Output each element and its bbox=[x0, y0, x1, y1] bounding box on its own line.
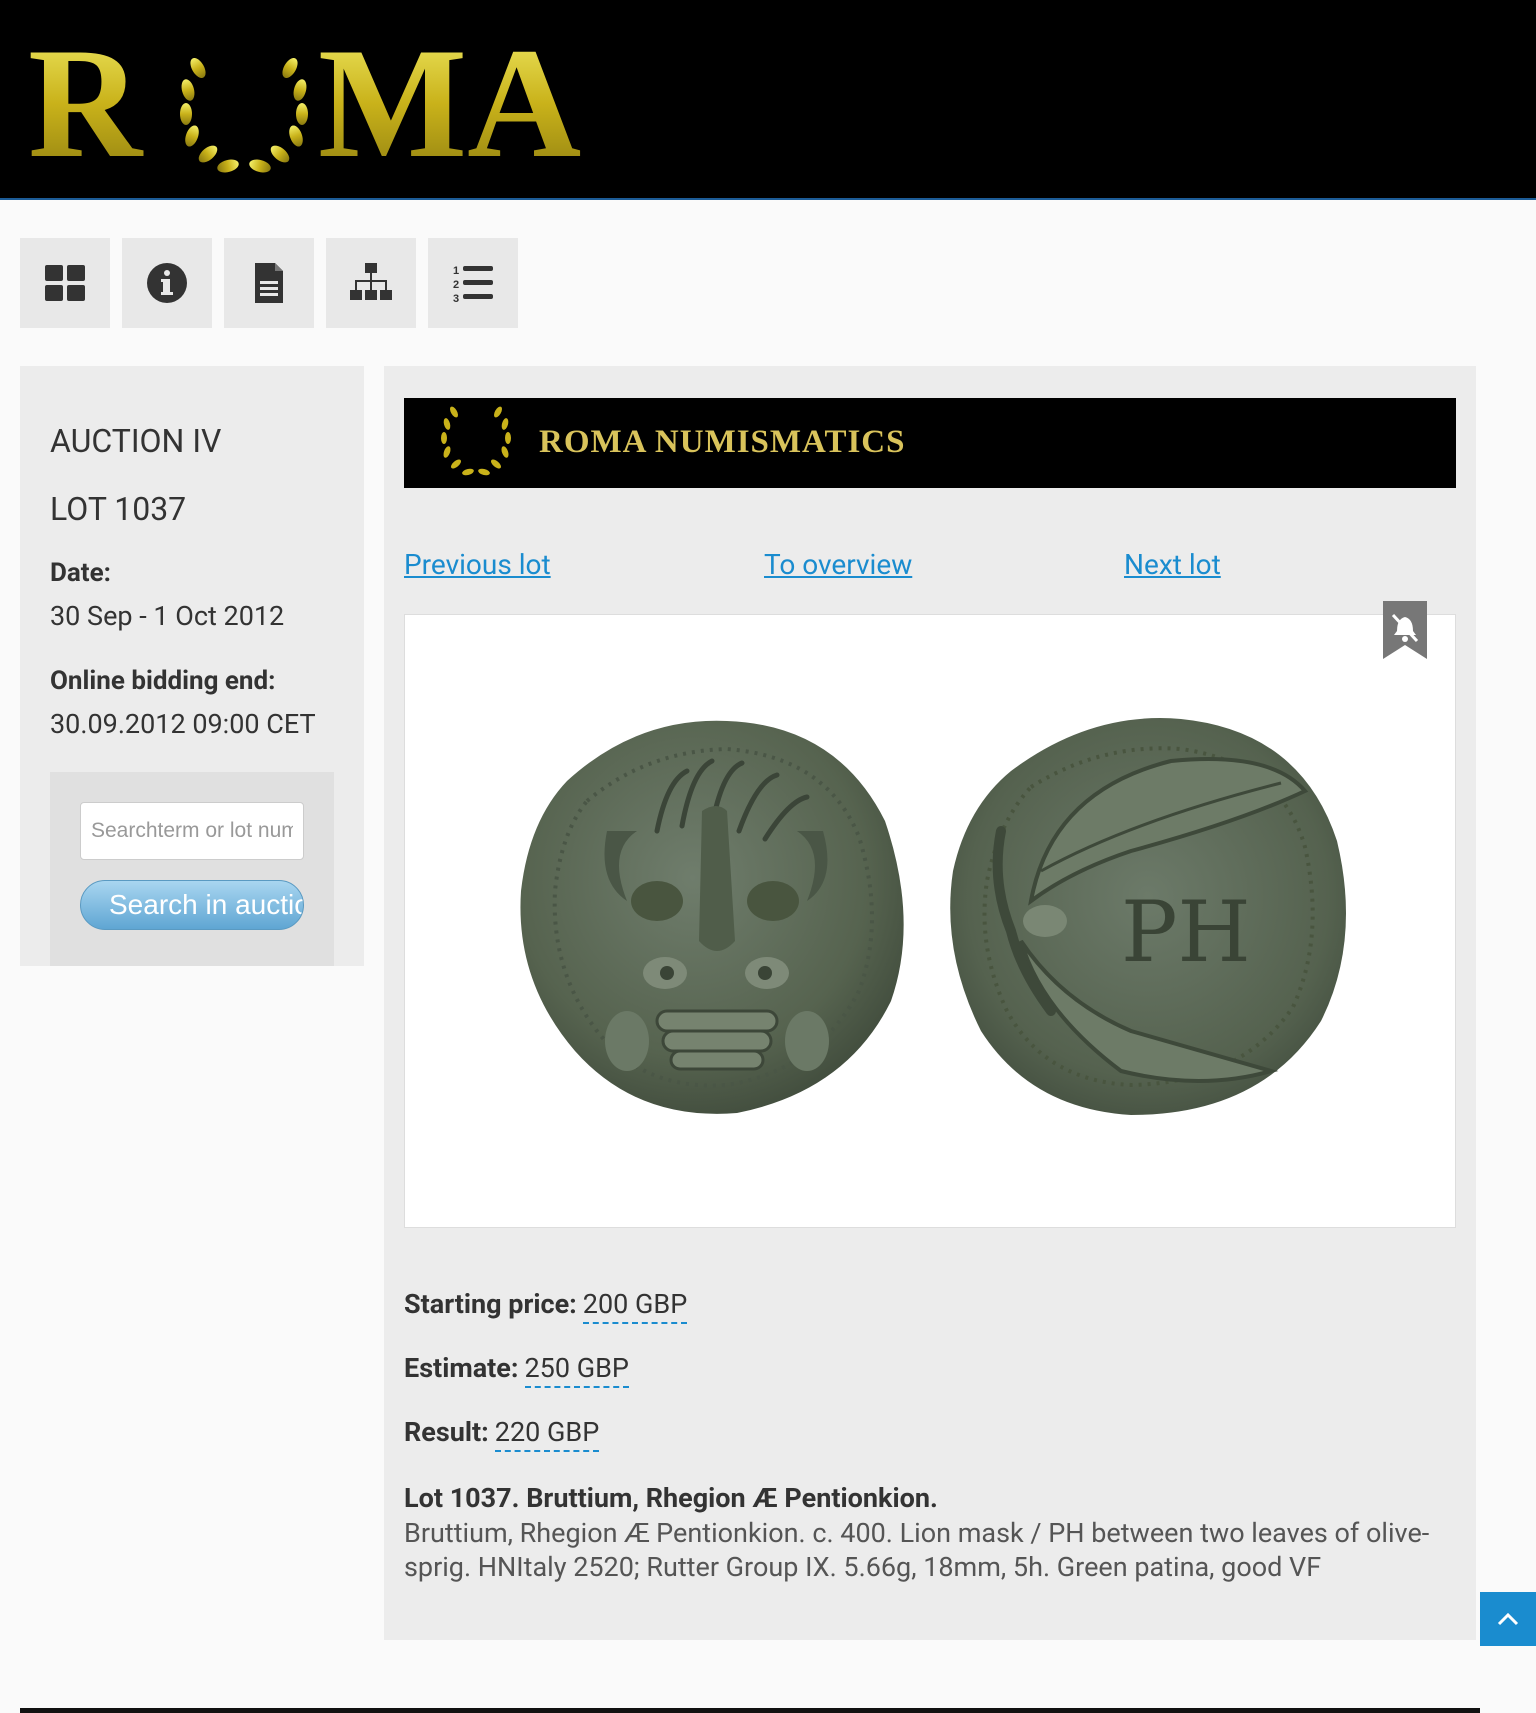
site-header: R MA bbox=[0, 0, 1536, 200]
roma-numismatics-banner: ROMA NUMISMATICS bbox=[404, 398, 1456, 488]
lot-image[interactable]: PH bbox=[404, 601, 1456, 1228]
lot-title: Lot 1037. Bruttium, Rhegion Æ Pentionkio… bbox=[404, 1482, 938, 1514]
search-input[interactable] bbox=[80, 802, 304, 860]
bidding-end-value: 30.09.2012 09:00 CET bbox=[50, 708, 316, 740]
estimate-label: Estimate: bbox=[404, 1352, 519, 1384]
categories-button[interactable] bbox=[326, 238, 416, 328]
estimate-value[interactable]: 250 GBP bbox=[524, 1352, 629, 1388]
lot-detail-panel: ROMA NUMISMATICS Previous lot To overvie… bbox=[384, 366, 1476, 1640]
search-in-auction-button[interactable]: Search in auction bbox=[80, 880, 304, 930]
sitemap-icon bbox=[350, 263, 392, 300]
to-overview-link[interactable]: To overview bbox=[764, 548, 912, 581]
overview-button[interactable] bbox=[20, 238, 110, 328]
estimate: Estimate: 250 GBP bbox=[404, 1352, 629, 1388]
next-lot-link[interactable]: Next lot bbox=[1124, 548, 1221, 581]
numbered-list-icon: 1 2 3 bbox=[453, 265, 493, 305]
svg-text:MA: MA bbox=[318, 28, 581, 178]
lot-number: LOT 1037 bbox=[50, 490, 187, 528]
result: Result: 220 GBP bbox=[404, 1416, 600, 1452]
svg-text:1: 1 bbox=[453, 265, 459, 277]
roma-logo[interactable]: R MA bbox=[28, 28, 618, 178]
lot-description: Bruttium, Rhegion Æ Pentionkion. c. 400.… bbox=[404, 1517, 1430, 1583]
starting-price: Starting price: 200 GBP bbox=[404, 1288, 688, 1324]
info-icon bbox=[147, 263, 187, 303]
starting-price-label: Starting price: bbox=[404, 1288, 577, 1320]
date-value: 30 Sep - 1 Oct 2012 bbox=[50, 600, 285, 632]
laurel-wreath-icon bbox=[441, 406, 511, 476]
bidding-end-label: Online bidding end: bbox=[50, 666, 276, 696]
bookmark-icon[interactable] bbox=[1383, 601, 1427, 659]
chevron-up-icon bbox=[1497, 1612, 1519, 1626]
grid-icon bbox=[45, 265, 85, 301]
info-button[interactable] bbox=[122, 238, 212, 328]
scroll-to-top-button[interactable] bbox=[1480, 1592, 1536, 1646]
result-value[interactable]: 220 GBP bbox=[494, 1416, 600, 1452]
footer-divider bbox=[20, 1708, 1480, 1713]
previous-lot-link[interactable]: Previous lot bbox=[404, 548, 551, 581]
search-panel: Search in auction bbox=[50, 772, 334, 966]
catalogue-button[interactable] bbox=[224, 238, 314, 328]
date-label: Date: bbox=[50, 558, 111, 588]
document-icon bbox=[255, 263, 283, 303]
svg-text:3: 3 bbox=[453, 293, 459, 305]
lot-list-button[interactable]: 1 2 3 bbox=[428, 238, 518, 328]
coin-obverse bbox=[520, 720, 904, 1114]
svg-text:R: R bbox=[28, 28, 144, 178]
banner-text: ROMA NUMISMATICS bbox=[539, 424, 906, 460]
auction-sidebar: AUCTION IV LOT 1037 Date: 30 Sep - 1 Oct… bbox=[20, 366, 364, 966]
auction-title: AUCTION IV bbox=[50, 422, 222, 460]
starting-price-value[interactable]: 200 GBP bbox=[582, 1288, 688, 1324]
result-label: Result: bbox=[404, 1416, 489, 1448]
coin-reverse: PH bbox=[950, 718, 1346, 1115]
auction-toolbar: 1 2 3 bbox=[20, 238, 518, 328]
reverse-legend: PH bbox=[1121, 883, 1251, 981]
svg-text:2: 2 bbox=[453, 279, 459, 291]
